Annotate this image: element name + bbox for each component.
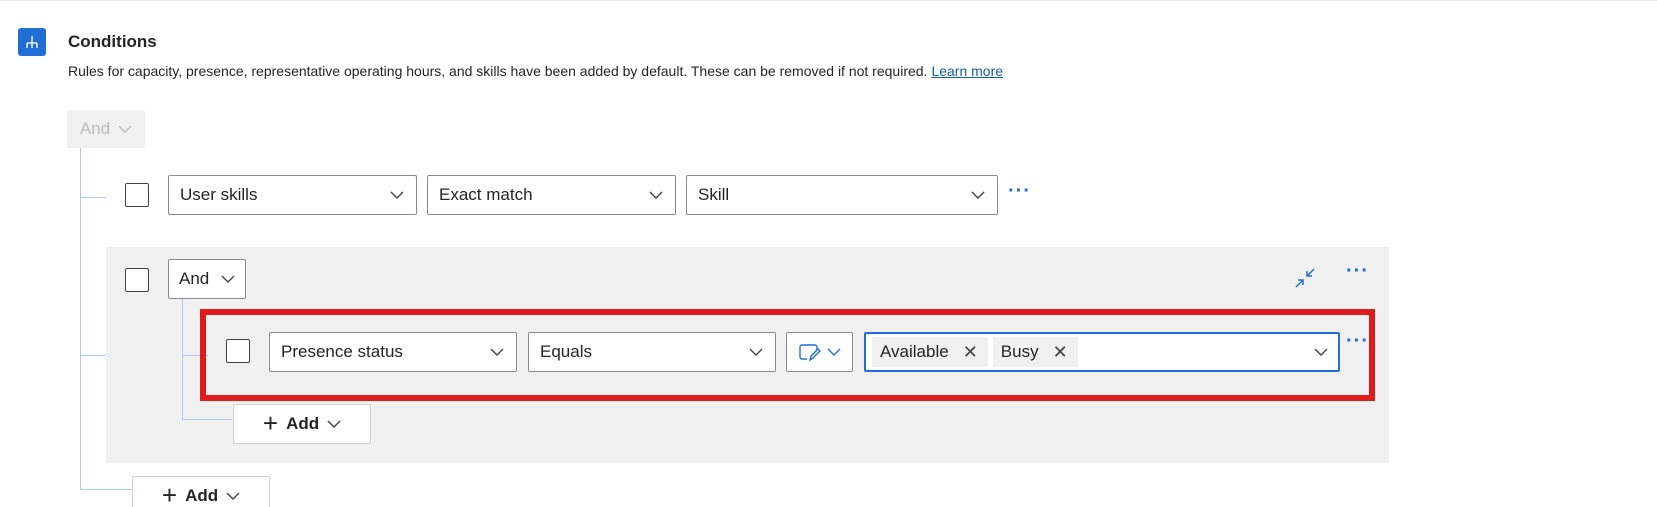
more-options-icon[interactable]: ··· xyxy=(1008,181,1031,201)
operator-dropdown-label: Exact match xyxy=(439,185,533,204)
plus-icon: + xyxy=(262,408,279,438)
section-title: Conditions xyxy=(68,32,157,51)
learn-more-link[interactable]: Learn more xyxy=(931,63,1003,79)
rule-checkbox[interactable] xyxy=(125,183,149,207)
tree-connector xyxy=(80,148,81,490)
group-operator-dropdown[interactable]: And xyxy=(168,259,246,299)
group-operator-label: And xyxy=(179,269,210,288)
tree-connector xyxy=(80,355,106,356)
add-button-label: Add xyxy=(185,486,219,505)
section-description: Rules for capacity, presence, representa… xyxy=(68,63,1003,79)
group-more-options-icon[interactable]: ··· xyxy=(1346,261,1369,281)
group-checkbox[interactable] xyxy=(125,268,149,292)
collapse-arrows-icon[interactable] xyxy=(1294,267,1316,289)
value-dropdown-label: Skill xyxy=(698,185,730,204)
chevron-down-icon xyxy=(221,275,235,283)
add-button-label: Add xyxy=(286,414,320,433)
chevron-down-icon xyxy=(390,191,404,199)
chevron-down-icon xyxy=(327,420,341,428)
add-button[interactable]: + Add xyxy=(132,476,270,507)
tree-connector xyxy=(80,197,106,198)
highlight-frame xyxy=(200,309,1375,401)
group-tree-connector xyxy=(182,299,183,419)
chevron-down-icon xyxy=(118,125,132,133)
hierarchy-icon xyxy=(18,28,46,56)
description-text: Rules for capacity, presence, representa… xyxy=(68,63,928,79)
group-add-button[interactable]: + Add xyxy=(233,404,371,444)
field-dropdown-label: User skills xyxy=(180,185,258,204)
root-operator-dropdown: And xyxy=(67,110,145,148)
plus-icon: + xyxy=(161,480,178,507)
top-divider xyxy=(0,0,1657,1)
chevron-down-icon xyxy=(971,191,985,199)
operator-dropdown[interactable]: Exact match xyxy=(427,175,676,215)
chevron-down-icon xyxy=(649,191,663,199)
tree-connector xyxy=(80,489,132,490)
chevron-down-icon xyxy=(226,492,240,500)
group-tree-connector xyxy=(182,419,232,420)
field-dropdown[interactable]: User skills xyxy=(168,175,417,215)
root-operator-label: And xyxy=(79,119,111,138)
value-dropdown[interactable]: Skill xyxy=(686,175,998,215)
